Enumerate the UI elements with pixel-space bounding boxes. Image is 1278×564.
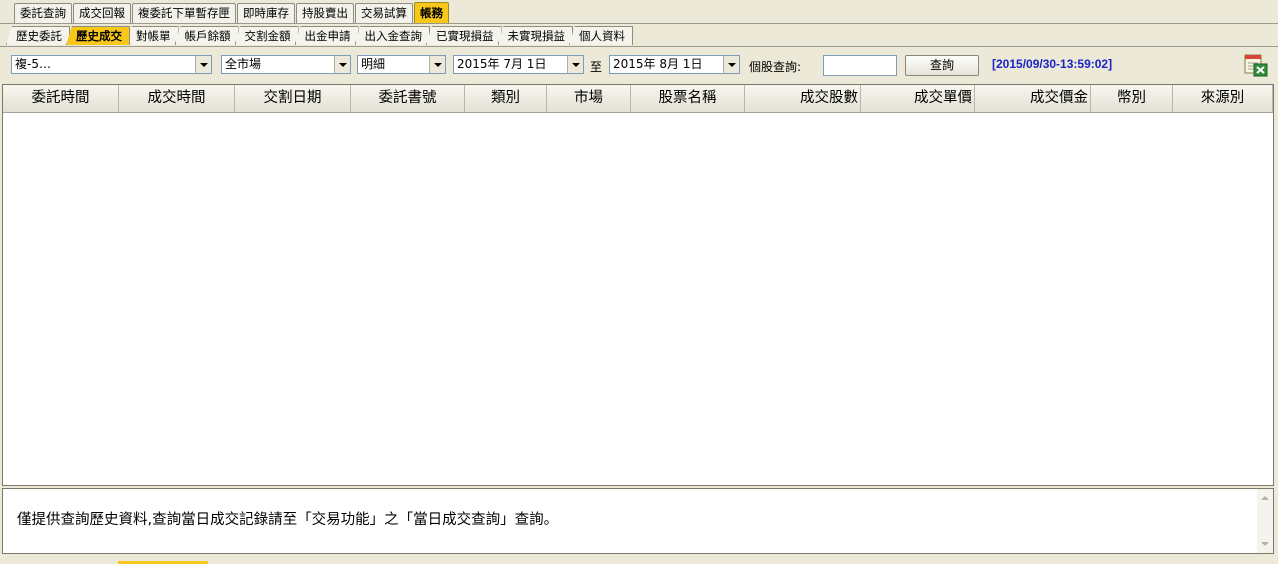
column-header[interactable]: 成交價金 <box>975 85 1091 112</box>
detail-select-value: 明細 <box>361 57 386 71</box>
main-tab[interactable]: 成交回報 <box>73 3 131 23</box>
sub-tab[interactable]: 出入金查詢 <box>354 26 430 45</box>
column-header[interactable]: 股票名稱 <box>631 85 745 112</box>
to-label: 至 <box>590 60 603 74</box>
query-button[interactable]: 查詢 <box>905 55 979 76</box>
column-header[interactable]: 交割日期 <box>235 85 351 112</box>
stock-query-label: 個股查詢: <box>749 60 802 74</box>
chevron-down-icon[interactable] <box>567 56 583 73</box>
query-toolbar: 複-5… 全市場 明細 2015年 7月 1日 至 2015年 8月 1日 個股… <box>0 48 1278 82</box>
column-header[interactable]: 幣別 <box>1091 85 1173 112</box>
column-header[interactable]: 委託時間 <box>3 85 119 112</box>
column-header[interactable]: 成交股數 <box>745 85 861 112</box>
main-tab[interactable]: 帳務 <box>414 2 449 23</box>
sub-tab[interactable]: 歷史成交 <box>66 26 130 45</box>
account-select-value: 複-5… <box>15 57 51 71</box>
column-header[interactable]: 成交時間 <box>119 85 235 112</box>
bottom-strip <box>0 556 1278 564</box>
column-header[interactable]: 類別 <box>465 85 547 112</box>
sub-tab[interactable]: 對帳單 <box>126 26 179 45</box>
sub-tab-bar: 歷史委託 歷史成交 對帳單 帳戶餘額 交割金額 出金申請 出入金查詢 已實現損益 未實現損益 個人… <box>0 25 1278 47</box>
column-header[interactable]: 委託書號 <box>351 85 465 112</box>
sub-tab[interactable]: 交割金額 <box>234 26 299 45</box>
chevron-down-icon[interactable] <box>195 56 211 73</box>
main-tab[interactable]: 即時庫存 <box>237 3 295 23</box>
notice-panel: 僅提供查詢歷史資料,查詢當日成交記錄請至「交易功能」之「當日成交查詢」查詢。 <box>2 488 1274 554</box>
start-date-picker[interactable]: 2015年 7月 1日 <box>453 55 584 74</box>
main-tab[interactable]: 委託查詢 <box>14 3 72 23</box>
start-date-value: 2015年 7月 1日 <box>457 57 547 71</box>
market-select-value: 全市場 <box>225 57 262 71</box>
sub-tab[interactable]: 未實現損益 <box>497 26 573 45</box>
chevron-down-icon[interactable] <box>334 56 350 73</box>
sub-tab[interactable]: 出金申請 <box>294 26 359 45</box>
column-header[interactable]: 成交單價 <box>861 85 975 112</box>
detail-select[interactable]: 明細 <box>357 55 446 74</box>
column-header[interactable]: 市場 <box>547 85 631 112</box>
end-date-value: 2015年 8月 1日 <box>613 57 703 71</box>
end-date-picker[interactable]: 2015年 8月 1日 <box>609 55 740 74</box>
history-trade-table[interactable]: 委託時間 成交時間 交割日期 委託書號 類別 市場 股票名稱 成交股數 成交單價 成交價金 幣別 來源… <box>2 84 1274 486</box>
sub-tab[interactable]: 歷史委託 <box>6 26 70 45</box>
sub-tab[interactable]: 帳戶餘額 <box>174 26 239 45</box>
notice-text: 僅提供查詢歷史資料,查詢當日成交記錄請至「交易功能」之「當日成交查詢」查詢。 <box>17 512 559 528</box>
chevron-down-icon[interactable] <box>723 56 739 73</box>
last-update-timestamp: [2015/09/30-13:59:02] <box>992 57 1113 71</box>
notice-scrollbar[interactable] <box>1257 489 1273 553</box>
market-select[interactable]: 全市場 <box>221 55 351 74</box>
main-tab-bar: 委託查詢 成交回報 複委託下單暫存匣 即時庫存 持股賣出 交易試算 帳務 <box>0 2 1278 24</box>
main-tab[interactable]: 複委託下單暫存匣 <box>132 3 236 23</box>
scroll-up-icon[interactable] <box>1261 496 1269 500</box>
main-tab[interactable]: 持股賣出 <box>296 3 354 23</box>
scroll-down-icon[interactable] <box>1261 542 1269 546</box>
export-excel-icon[interactable] <box>1243 52 1269 78</box>
column-header[interactable]: 來源別 <box>1173 85 1273 112</box>
table-header: 委託時間 成交時間 交割日期 委託書號 類別 市場 股票名稱 成交股數 成交單價 成交價金 幣別 來源… <box>3 85 1273 113</box>
main-tabs: 委託查詢 成交回報 複委託下單暫存匣 即時庫存 持股賣出 交易試算 帳務 <box>14 2 450 23</box>
sub-tab[interactable]: 個人資料 <box>569 26 633 45</box>
account-select[interactable]: 複-5… <box>11 55 212 74</box>
chevron-down-icon[interactable] <box>429 56 445 73</box>
main-tab[interactable]: 交易試算 <box>355 3 413 23</box>
sub-tab[interactable]: 已實現損益 <box>426 26 502 45</box>
stock-query-input[interactable] <box>823 55 897 76</box>
sub-tabs: 歷史委託 歷史成交 對帳單 帳戶餘額 交割金額 出金申請 出入金查詢 已實現損益 未實現損益 個人… <box>6 26 633 46</box>
